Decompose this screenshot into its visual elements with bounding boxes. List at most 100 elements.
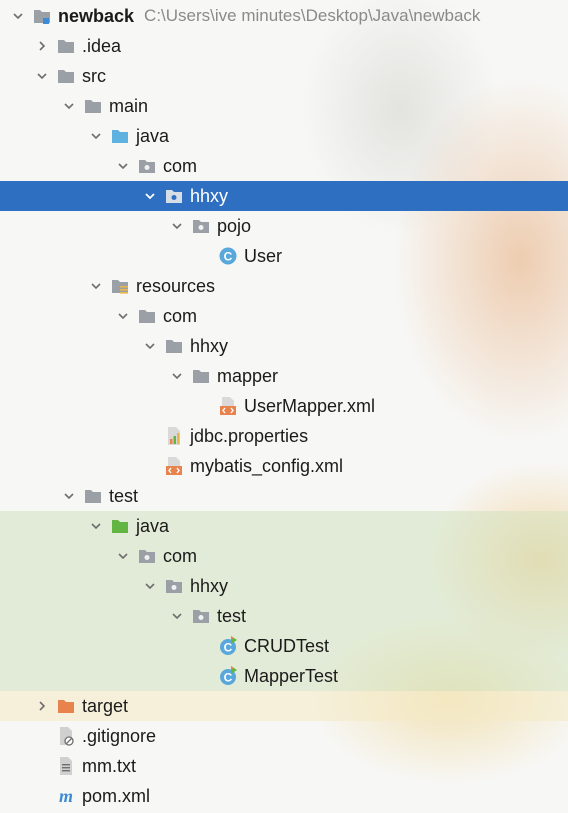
folder-icon: [81, 481, 105, 511]
test-class-icon: C: [216, 631, 240, 661]
tree-row-mm-txt[interactable]: mm.txt: [0, 751, 568, 781]
package-icon: [135, 541, 159, 571]
folder-icon: [54, 61, 78, 91]
chevron-down-icon[interactable]: [138, 331, 162, 361]
tree-row-user[interactable]: C User: [0, 241, 568, 271]
folder-icon: [189, 361, 213, 391]
tree-label: java: [136, 516, 170, 536]
tree-label: java: [136, 126, 170, 146]
tree-row-main[interactable]: main: [0, 91, 568, 121]
chevron-down-icon[interactable]: [165, 361, 189, 391]
tree-label: hhxy: [190, 186, 229, 206]
chevron-right-icon[interactable]: [30, 31, 54, 61]
chevron-down-icon[interactable]: [57, 481, 81, 511]
tree-label: main: [109, 96, 149, 116]
tree-row-test-hhxy[interactable]: hhxy: [0, 571, 568, 601]
package-icon: [135, 151, 159, 181]
excluded-folder-icon: [54, 691, 78, 721]
folder-icon: [135, 301, 159, 331]
tree-label: target: [82, 696, 129, 716]
source-folder-icon: [108, 121, 132, 151]
tree-row-mapper[interactable]: mapper: [0, 361, 568, 391]
chevron-down-icon[interactable]: [30, 61, 54, 91]
tree-label: pom.xml: [82, 786, 151, 806]
svg-text:C: C: [224, 250, 233, 264]
chevron-down-icon[interactable]: [111, 151, 135, 181]
svg-text:m: m: [59, 786, 73, 806]
folder-icon: [54, 31, 78, 61]
tree-label: CRUDTest: [244, 636, 330, 656]
tree-row-mybatis-config[interactable]: mybatis_config.xml: [0, 451, 568, 481]
chevron-down-icon[interactable]: [84, 511, 108, 541]
tree-label: mapper: [217, 366, 279, 386]
tree-row-gitignore[interactable]: .gitignore: [0, 721, 568, 751]
tree-row-crudtest[interactable]: C CRUDTest: [0, 631, 568, 661]
tree-row-target[interactable]: target: [0, 691, 568, 721]
tree-label: com: [163, 306, 198, 326]
chevron-down-icon[interactable]: [138, 181, 162, 211]
package-icon: [189, 211, 213, 241]
chevron-down-icon[interactable]: [111, 541, 135, 571]
tree-row-test-java[interactable]: java: [0, 511, 568, 541]
tree-row-pom-xml[interactable]: m pom.xml: [0, 781, 568, 811]
tree-row-jdbc-properties[interactable]: jdbc.properties: [0, 421, 568, 451]
tree-label: com: [163, 546, 198, 566]
ignore-file-icon: [54, 721, 78, 751]
tree-row-pojo[interactable]: pojo: [0, 211, 568, 241]
project-path: C:\Users\ive minutes\Desktop\Java\newbac…: [144, 6, 481, 25]
xml-file-icon: [216, 391, 240, 421]
package-icon: [189, 601, 213, 631]
tree-label: mybatis_config.xml: [190, 456, 344, 476]
tree-row-usermapper-xml[interactable]: UserMapper.xml: [0, 391, 568, 421]
class-icon: C: [216, 241, 240, 271]
chevron-down-icon[interactable]: [84, 121, 108, 151]
tree-row-mappertest[interactable]: C MapperTest: [0, 661, 568, 691]
tree-row-idea[interactable]: .idea: [0, 31, 568, 61]
tree-label: com: [163, 156, 198, 176]
chevron-right-icon[interactable]: [30, 691, 54, 721]
properties-file-icon: [162, 421, 186, 451]
tree-label: pojo: [217, 216, 252, 236]
tree-row-newback[interactable]: newback C:\Users\ive minutes\Desktop\Jav…: [0, 1, 568, 31]
tree-row-main-com[interactable]: com: [0, 151, 568, 181]
chevron-down-icon[interactable]: [111, 301, 135, 331]
tree-label: hhxy: [190, 336, 229, 356]
tree-row-main-hhxy[interactable]: hhxy: [0, 181, 568, 211]
project-name: newback: [58, 6, 135, 26]
chevron-down-icon[interactable]: [57, 91, 81, 121]
tree-row-test-pkg[interactable]: test: [0, 601, 568, 631]
tree-row-res-com[interactable]: com: [0, 301, 568, 331]
tree-row-main-java[interactable]: java: [0, 121, 568, 151]
resources-folder-icon: [108, 271, 132, 301]
tree-label: MapperTest: [244, 666, 339, 686]
tree-label: UserMapper.xml: [244, 396, 376, 416]
tree-label: resources: [136, 276, 216, 296]
package-icon: [162, 181, 186, 211]
test-source-folder-icon: [108, 511, 132, 541]
text-file-icon: [54, 751, 78, 781]
project-tree: newback C:\Users\ive minutes\Desktop\Jav…: [0, 1, 568, 811]
test-class-icon: C: [216, 661, 240, 691]
tree-label: User: [244, 246, 283, 266]
chevron-down-icon[interactable]: [138, 571, 162, 601]
tree-label: mm.txt: [82, 756, 136, 776]
chevron-down-icon[interactable]: [84, 271, 108, 301]
tree-row-res-hhxy[interactable]: hhxy: [0, 331, 568, 361]
xml-file-icon: [162, 451, 186, 481]
chevron-down-icon[interactable]: [6, 1, 30, 31]
tree-label: .idea: [82, 36, 122, 56]
tree-row-test[interactable]: test: [0, 481, 568, 511]
folder-icon: [81, 91, 105, 121]
maven-icon: m: [54, 781, 78, 811]
tree-row-test-com[interactable]: com: [0, 541, 568, 571]
tree-label: jdbc.properties: [190, 426, 309, 446]
folder-icon: [162, 331, 186, 361]
tree-row-resources[interactable]: resources: [0, 271, 568, 301]
tree-label: hhxy: [190, 576, 229, 596]
tree-label: .gitignore: [82, 726, 157, 746]
chevron-down-icon[interactable]: [165, 211, 189, 241]
tree-label: test: [109, 486, 139, 506]
module-folder-icon: [30, 1, 54, 31]
chevron-down-icon[interactable]: [165, 601, 189, 631]
tree-row-src[interactable]: src: [0, 61, 568, 91]
